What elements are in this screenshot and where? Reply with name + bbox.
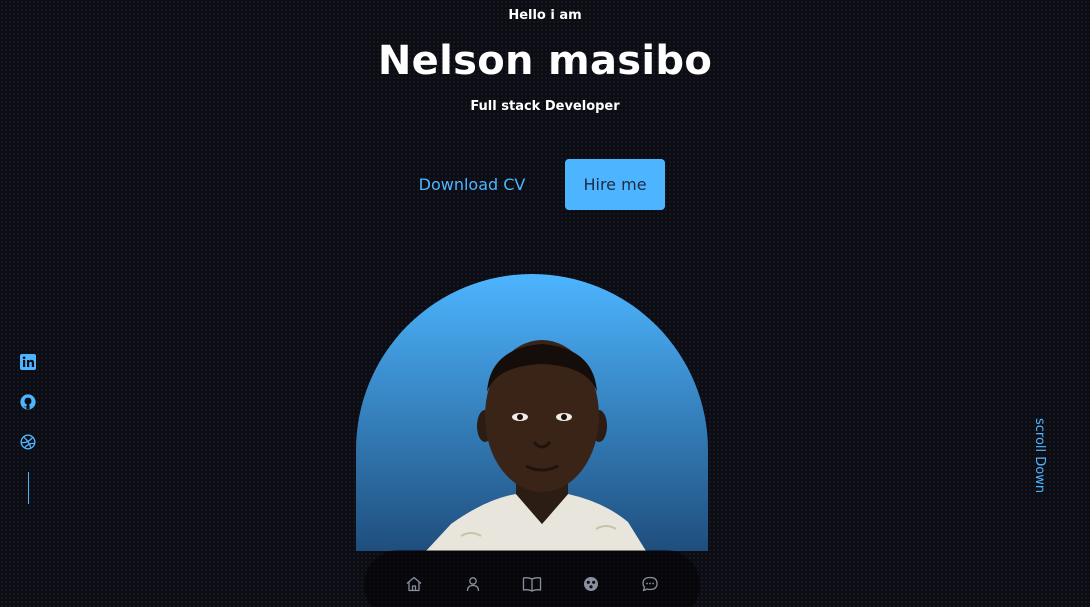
services-icon[interactable] (581, 574, 601, 594)
user-icon[interactable] (463, 574, 483, 594)
profile-photo (356, 274, 708, 551)
hire-me-button[interactable]: Hire me (565, 159, 665, 210)
role-subtitle: Full stack Developer (470, 99, 620, 114)
chat-icon[interactable] (640, 574, 660, 594)
home-icon[interactable] (404, 574, 424, 594)
github-icon[interactable] (18, 392, 38, 412)
social-divider-line (27, 472, 29, 504)
scroll-down-link[interactable]: scroll Down (1032, 418, 1047, 493)
linkedin-icon[interactable] (18, 352, 38, 372)
page-title: Nelson masibo (377, 38, 713, 84)
bottom-nav (364, 550, 700, 607)
book-icon[interactable] (522, 574, 542, 594)
greeting: Hello i am (508, 8, 582, 23)
social-links (18, 352, 38, 504)
download-cv-button[interactable]: Download CV (398, 159, 546, 210)
dribbble-icon[interactable] (18, 432, 38, 452)
